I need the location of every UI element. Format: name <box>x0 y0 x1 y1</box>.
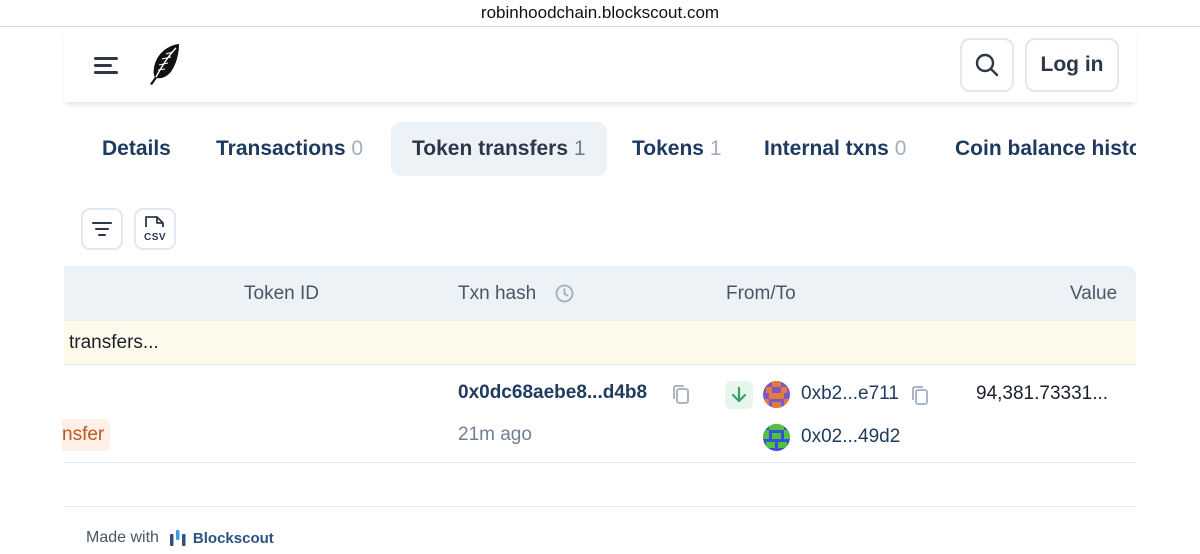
site-header: Log in <box>64 28 1136 102</box>
tab-label: Transactions <box>216 137 346 160</box>
tab-label: Token transfers <box>412 137 568 160</box>
identicon-avatar <box>763 381 790 408</box>
blockscout-logo-icon <box>169 530 186 546</box>
csv-export-button[interactable]: CSV <box>134 208 176 250</box>
filter-button[interactable] <box>81 208 123 250</box>
tab-label: Details <box>102 137 171 160</box>
tab-coin-balance-history[interactable]: Coin balance histo <box>934 122 1136 176</box>
to-address-link[interactable]: 0x02...49d2 <box>801 426 900 448</box>
filter-icon <box>92 222 112 236</box>
incoming-direction <box>725 381 753 409</box>
tab-count: 1 <box>573 137 586 160</box>
tab-count: 0 <box>894 137 907 160</box>
txn-hash-link[interactable]: 0x0dc68aebe8...d4b8 <box>458 382 647 404</box>
blockscout-link[interactable]: Blockscout <box>169 529 274 547</box>
tab-details[interactable]: Details <box>81 122 192 176</box>
tab-label: Tokens <box>632 137 704 160</box>
blockscout-label: Blockscout <box>192 529 274 547</box>
footer: Made with Blockscout <box>86 529 274 547</box>
header-value: Value <box>1070 283 1118 304</box>
identicon-avatar <box>763 424 790 451</box>
made-with-label: Made with <box>86 529 159 546</box>
copy-icon[interactable] <box>910 385 930 407</box>
copy-icon[interactable] <box>671 384 691 406</box>
txn-age: 21m ago <box>458 424 532 445</box>
tab-label: Coin balance histo <box>955 137 1136 160</box>
method-badge: nsfer <box>62 419 111 451</box>
header-token-id: Token ID <box>244 283 319 304</box>
tab-tokens[interactable]: Tokens 1 <box>611 122 743 176</box>
tab-label: Internal txns <box>764 137 889 160</box>
header-from-to: From/To <box>726 283 796 304</box>
clock-icon[interactable] <box>555 284 574 303</box>
from-address-link[interactable]: 0xb2...e711 <box>801 383 899 405</box>
new-transfers-notice[interactable]: transfers... <box>64 321 1136 365</box>
login-button[interactable]: Log in <box>1025 38 1119 92</box>
arrow-down-icon <box>731 386 747 403</box>
csv-label: CSV <box>143 232 167 243</box>
header-txn-hash: Txn hash <box>458 283 537 304</box>
table-header: Token ID Txn hash From/To Value <box>64 266 1136 321</box>
tab-transactions[interactable]: Transactions 0 <box>195 122 384 176</box>
footer-divider <box>64 506 1136 507</box>
feather-logo-icon[interactable] <box>146 42 182 86</box>
table-row: nsfer 0x0dc68aebe8...d4b8 21m ago 0xb2..… <box>62 365 1136 463</box>
tab-count: 1 <box>709 137 722 160</box>
tab-count: 0 <box>351 137 364 160</box>
transfer-value: 94,381.73331... <box>976 383 1109 404</box>
search-icon <box>975 53 999 77</box>
search-button[interactable] <box>960 38 1014 92</box>
menu-icon[interactable] <box>94 55 120 75</box>
tab-internal-txns[interactable]: Internal txns 0 <box>743 122 927 176</box>
browser-url-bar[interactable]: robinhoodchain.blockscout.com <box>0 0 1200 27</box>
tab-token-transfers[interactable]: Token transfers 1 <box>391 122 607 176</box>
address-tabs: Details Transactions 0 Token transfers 1… <box>64 122 1136 176</box>
